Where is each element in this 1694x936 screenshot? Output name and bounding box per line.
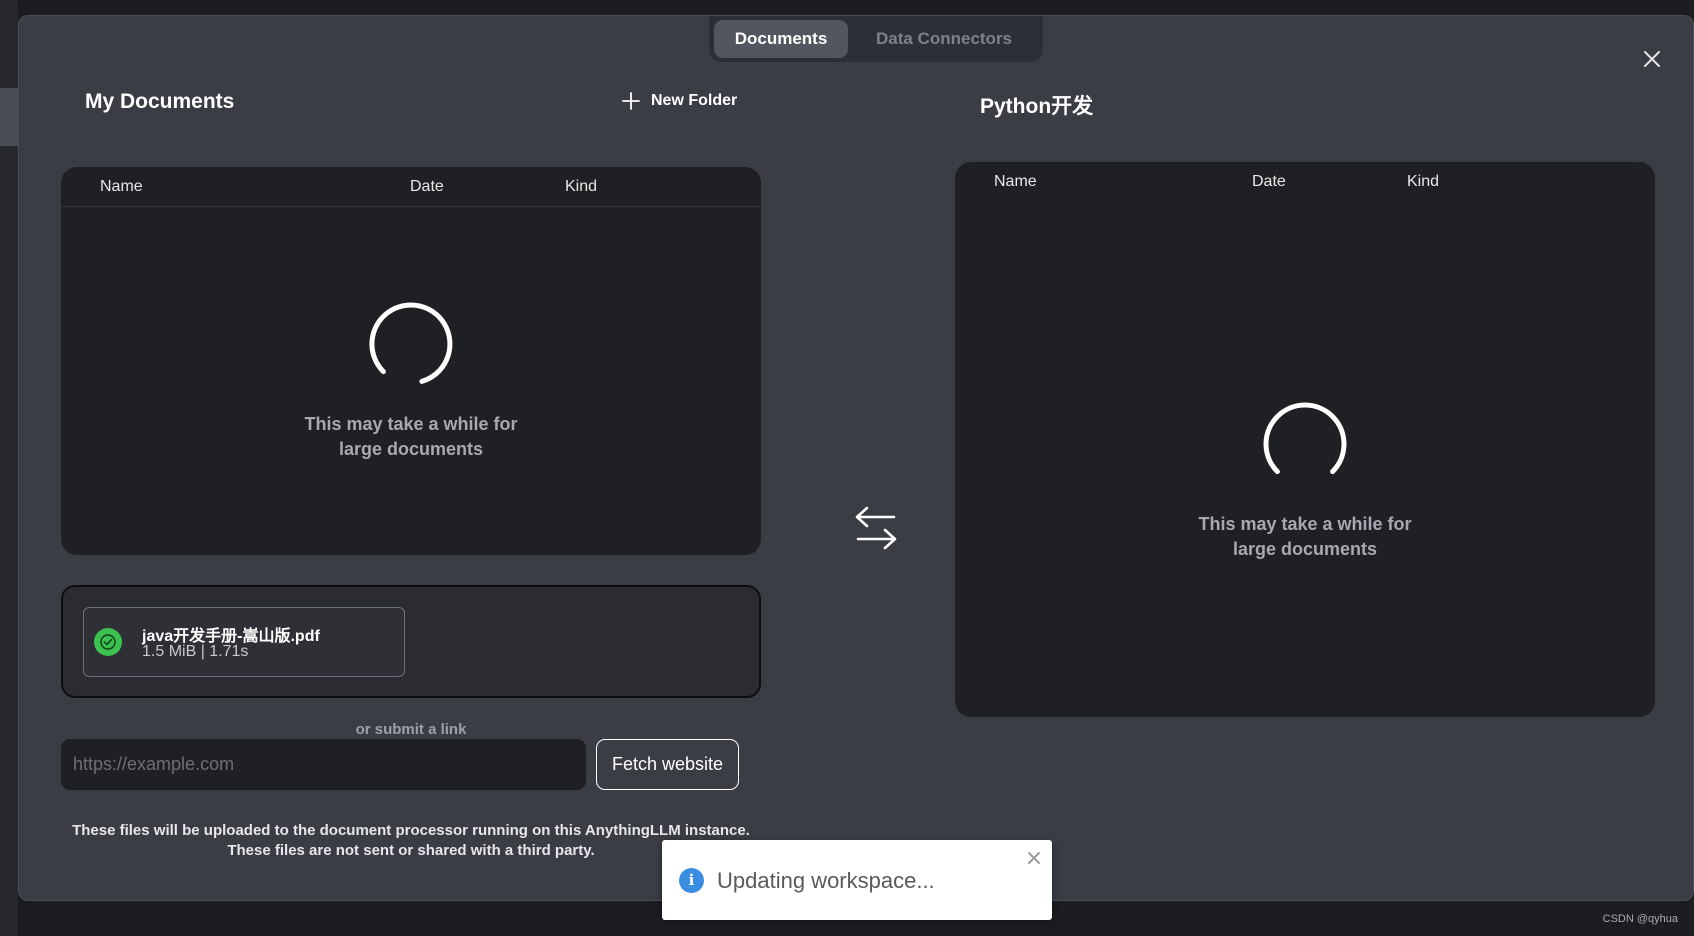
tab-data-connectors[interactable]: Data Connectors	[852, 20, 1036, 58]
upload-footnote: These files will be uploaded to the docu…	[61, 821, 761, 861]
footnote-line1: These files will be uploaded to the docu…	[72, 822, 750, 839]
swap-arrows-icon[interactable]	[853, 506, 899, 550]
column-name[interactable]: Name	[100, 178, 143, 196]
new-folder-button[interactable]: New Folder	[621, 91, 737, 111]
loading-state: This may take a while for large document…	[281, 302, 541, 462]
new-folder-label: New Folder	[651, 92, 738, 109]
file-upload-dropzone[interactable]: java开发手册-嵩山版.pdf 1.5 MiB | 1.71s	[61, 585, 761, 698]
my-documents-panel: Name Date Kind This may take a while for…	[61, 167, 761, 555]
footnote-line2: These files are not sent or shared with …	[227, 842, 595, 859]
plus-icon	[622, 92, 640, 110]
close-icon[interactable]	[1639, 46, 1665, 72]
loading-spinner-icon	[1263, 402, 1347, 475]
my-documents-title: My Documents	[85, 90, 235, 113]
loading-text-line2: large documents	[1232, 539, 1378, 559]
loading-state: This may take a while for large document…	[1175, 402, 1435, 562]
workspace-title: Python开发	[980, 95, 1094, 118]
loading-text-line1: This may take a while for	[1198, 514, 1412, 534]
column-date[interactable]: Date	[1252, 173, 1286, 191]
watermark: CSDN @qyhua	[1602, 913, 1678, 925]
or-submit-link-label: or submit a link	[355, 721, 467, 738]
document-manager-modal: Documents Data Connectors My Documents N…	[18, 15, 1694, 901]
column-name[interactable]: Name	[994, 173, 1037, 191]
loading-spinner-icon	[369, 302, 453, 384]
table-header: Name Date Kind	[955, 162, 1655, 202]
toast-message: Updating workspace...	[717, 868, 935, 893]
loading-text-line1: This may take a while for	[304, 414, 518, 434]
background-card	[0, 88, 18, 146]
file-meta: 1.5 MiB | 1.71s	[142, 643, 249, 660]
column-date[interactable]: Date	[410, 178, 444, 196]
column-kind[interactable]: Kind	[1407, 173, 1439, 191]
check-circle-icon	[94, 628, 122, 656]
url-input[interactable]	[61, 739, 586, 790]
fetch-website-button[interactable]: Fetch website	[596, 739, 739, 790]
workspace-documents-panel: Name Date Kind This may take a while for…	[955, 162, 1655, 717]
tab-bar: Documents Data Connectors	[709, 16, 1043, 62]
table-header: Name Date Kind	[61, 167, 761, 207]
tab-documents[interactable]: Documents	[714, 20, 848, 58]
close-icon[interactable]	[1026, 850, 1042, 866]
column-kind[interactable]: Kind	[565, 178, 597, 196]
info-icon: i	[679, 868, 704, 893]
toast-notification: i Updating workspace...	[662, 840, 1052, 920]
uploaded-file-card: java开发手册-嵩山版.pdf 1.5 MiB | 1.71s	[83, 607, 405, 677]
loading-text-line2: large documents	[338, 439, 484, 459]
